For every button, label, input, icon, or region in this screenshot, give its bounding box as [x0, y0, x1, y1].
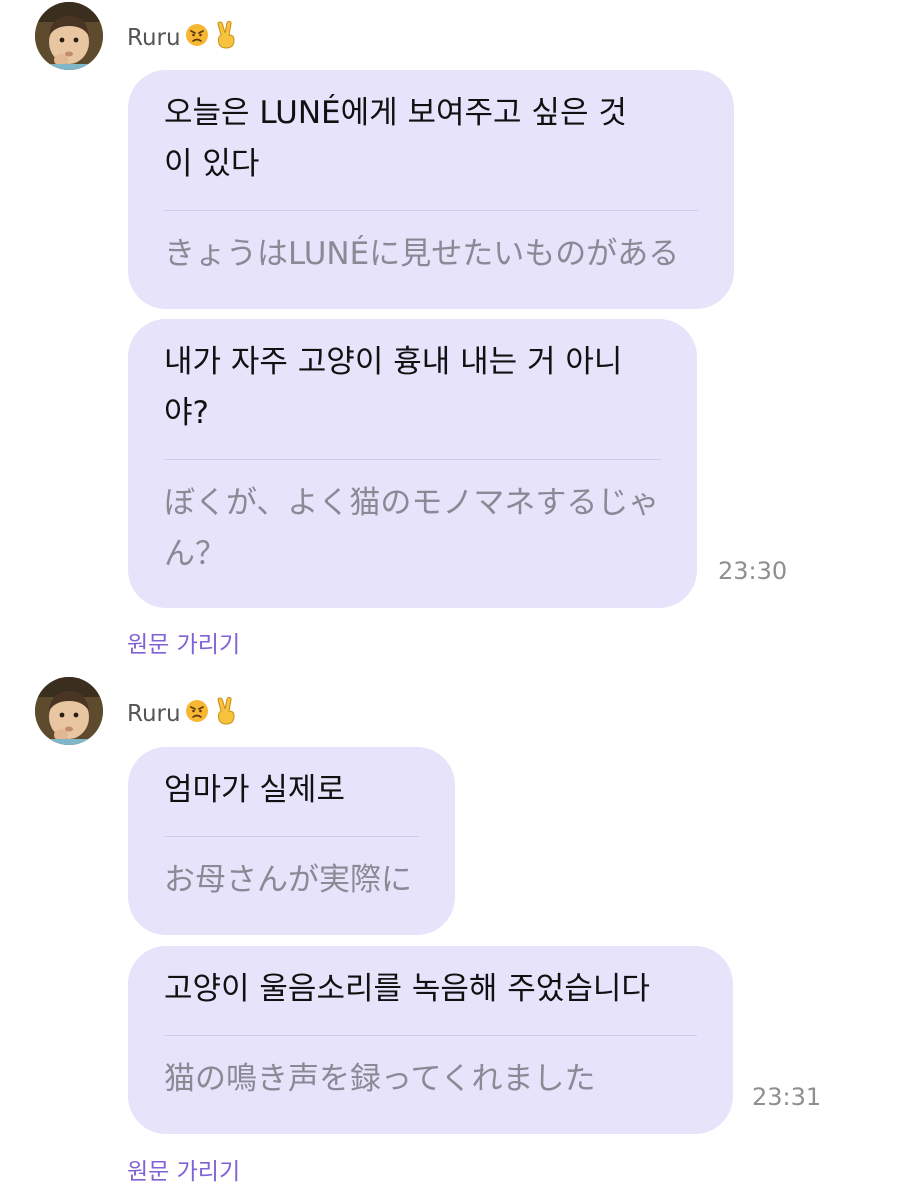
message-translation-text: ぼくが、よく猫のモノマネするじゃ ん？ — [164, 485, 660, 572]
message-translation-text: きょうはLUNÉに見せたいものがある — [164, 236, 680, 272]
hide-original-button[interactable]: 원문 가리기 — [127, 1158, 240, 1186]
message-original-text: 오늘은 LUNÉ에게 보여주고 싶은 것 이 있다 — [164, 95, 627, 182]
angry-face-emoji-icon — [185, 23, 209, 54]
message-original-text: 내가 자주 고양이 흉내 내는 거 아니 야? — [164, 344, 623, 431]
message-translation-text: お母さんが実際に — [164, 862, 412, 898]
sender-name: Ruru — [127, 20, 239, 56]
sender-avatar[interactable] — [35, 677, 103, 745]
translation-divider — [164, 836, 419, 837]
translation-divider — [164, 210, 698, 211]
victory-hand-emoji-icon — [213, 696, 239, 732]
message-bubble[interactable]: 오늘은 LUNÉ에게 보여주고 싶은 것 이 있다 きょうはLUNÉに見せたいも… — [128, 70, 734, 309]
translation-divider — [164, 1035, 697, 1036]
message-original-text: 엄마가 실제로 — [164, 772, 345, 808]
angry-face-emoji-icon — [185, 699, 209, 730]
message-bubble[interactable]: 엄마가 실제로 お母さんが実際に — [128, 747, 455, 935]
victory-hand-emoji-icon — [213, 20, 239, 56]
message-timestamp: 23:31 — [752, 1083, 822, 1111]
message-timestamp: 23:30 — [718, 557, 788, 585]
message-bubble[interactable]: 내가 자주 고양이 흉내 내는 거 아니 야? ぼくが、よく猫のモノマネするじゃ… — [128, 319, 697, 608]
message-translation-text: 猫の鳴き声を録ってくれました — [164, 1061, 596, 1097]
hide-original-button[interactable]: 원문 가리기 — [127, 631, 240, 659]
sender-name-text: Ruru — [127, 25, 181, 51]
message-original-text: 고양이 울음소리를 녹음해 주었습니다 — [164, 971, 650, 1007]
sender-name: Ruru — [127, 696, 239, 732]
message-bubble[interactable]: 고양이 울음소리를 녹음해 주었습니다 猫の鳴き声を録ってくれました — [128, 946, 733, 1134]
sender-avatar[interactable] — [35, 2, 103, 70]
sender-name-text: Ruru — [127, 701, 181, 727]
translation-divider — [164, 459, 661, 460]
